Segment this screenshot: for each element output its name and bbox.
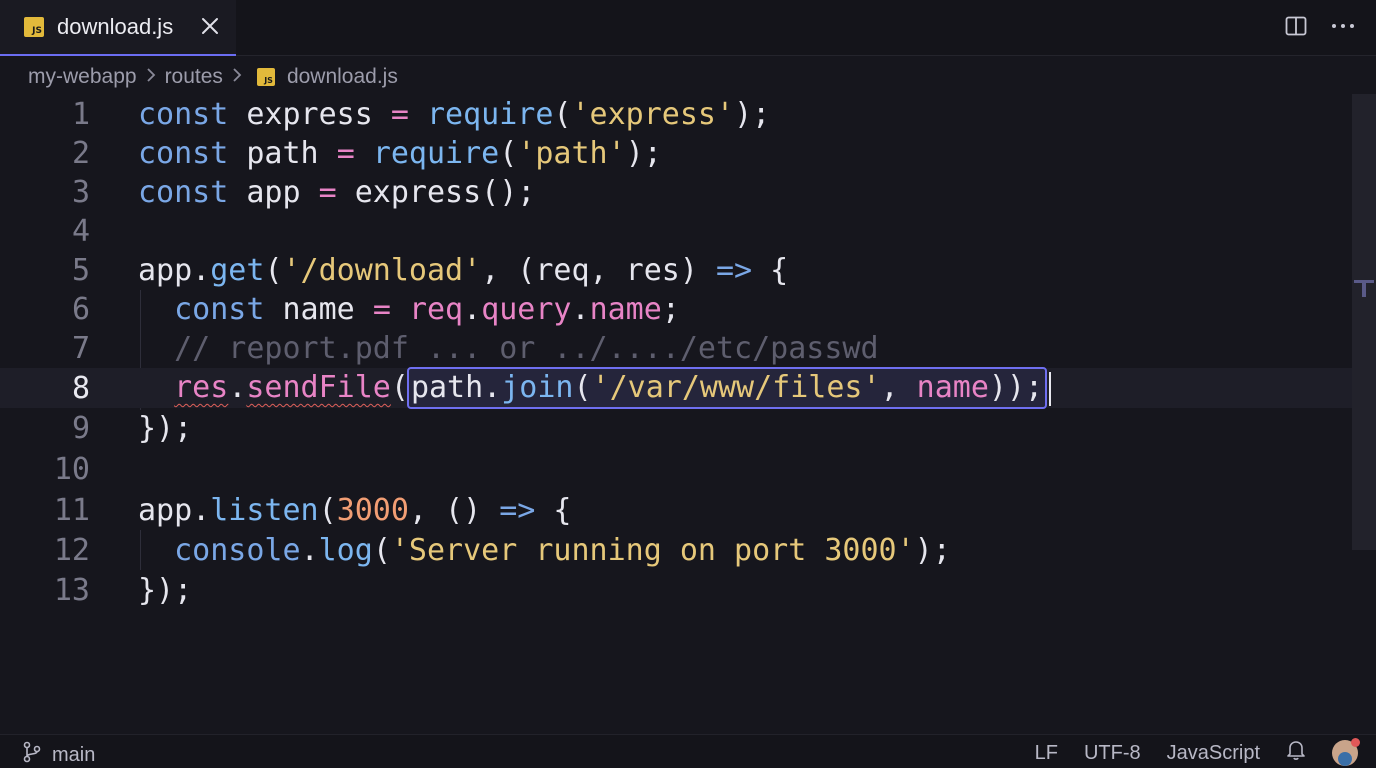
account-avatar[interactable] bbox=[1332, 738, 1360, 766]
selection-highlight: path.join('/var/www/files', name)); bbox=[406, 367, 1048, 409]
line-number: 3 bbox=[71, 174, 90, 210]
scrollbar-cursor-marker bbox=[1362, 283, 1366, 297]
line-number: 4 bbox=[71, 213, 90, 249]
line-number: 13 bbox=[53, 572, 90, 608]
code-line[interactable]: 4 bbox=[0, 211, 1352, 251]
tab-download-js[interactable]: JS download.js bbox=[0, 0, 236, 56]
code-line[interactable]: 1 const express = require('express'); bbox=[0, 94, 1352, 134]
line-content: const path = require('path'); bbox=[138, 135, 662, 171]
code-line[interactable]: 10 bbox=[0, 449, 1352, 489]
git-branch-status[interactable]: main bbox=[22, 741, 95, 768]
code-line-current[interactable]: 8 res.sendFile(path.join('/var/www/files… bbox=[0, 367, 1352, 409]
line-number: 8 bbox=[71, 370, 90, 406]
editor-actions bbox=[1284, 14, 1356, 43]
code-line[interactable]: 6 const name = req.query.name; bbox=[0, 289, 1352, 329]
text-cursor bbox=[1049, 371, 1052, 406]
breadcrumb: my-webapp routes JS download.js bbox=[28, 62, 398, 92]
close-icon[interactable] bbox=[198, 14, 222, 38]
line-number: 11 bbox=[53, 492, 90, 528]
line-number: 2 bbox=[71, 135, 90, 171]
line-content: app.listen(3000, () => { bbox=[138, 492, 572, 528]
line-number: 12 bbox=[53, 532, 90, 568]
bell-icon[interactable] bbox=[1286, 739, 1306, 767]
line-number: 7 bbox=[71, 330, 90, 366]
line-content: const app = express(); bbox=[138, 174, 536, 210]
code-line[interactable]: 5 app.get('/download', (req, res) => { bbox=[0, 250, 1352, 290]
line-content: const express = require('express'); bbox=[138, 96, 771, 132]
chevron-right-icon bbox=[145, 66, 157, 89]
split-editor-icon[interactable] bbox=[1284, 14, 1308, 43]
line-content: const name = req.query.name; bbox=[174, 291, 680, 327]
notification-dot bbox=[1351, 738, 1360, 747]
line-number: 10 bbox=[53, 451, 90, 487]
line-content: }); bbox=[138, 572, 193, 608]
status-right-items: LF UTF-8 JavaScript bbox=[1035, 738, 1360, 767]
encoding-indicator[interactable]: UTF-8 bbox=[1084, 742, 1141, 765]
line-content: res.sendFile(path.join('/var/www/files',… bbox=[138, 367, 1052, 409]
line-content: console.log('Server running on port 3000… bbox=[174, 532, 951, 568]
code-line[interactable]: 13 }); bbox=[0, 570, 1352, 610]
line-content: app.get('/download', (req, res) => { bbox=[138, 252, 789, 288]
status-bar: main LF UTF-8 JavaScript bbox=[0, 734, 1376, 768]
line-number: 5 bbox=[71, 252, 90, 288]
code-line[interactable]: 2 const path = require('path'); bbox=[0, 133, 1352, 173]
more-actions-icon[interactable] bbox=[1330, 14, 1356, 43]
line-number: 9 bbox=[71, 410, 90, 446]
tab-label: download.js bbox=[57, 14, 174, 39]
code-line[interactable]: 9 }); bbox=[0, 408, 1352, 448]
code-line[interactable]: 7 // report.pdf ... or ../..../etc/passw… bbox=[0, 328, 1352, 368]
js-file-icon: JS bbox=[24, 17, 44, 37]
chevron-right-icon bbox=[231, 66, 243, 89]
git-branch-icon bbox=[22, 741, 42, 768]
breadcrumb-item-routes[interactable]: routes bbox=[165, 65, 223, 89]
line-content: }); bbox=[138, 410, 193, 446]
code-line[interactable]: 12 console.log('Server running on port 3… bbox=[0, 530, 1352, 570]
eol-indicator[interactable]: LF bbox=[1035, 742, 1058, 765]
js-file-icon: JS bbox=[256, 68, 275, 86]
line-number: 1 bbox=[71, 96, 90, 132]
code-line[interactable]: 11 app.listen(3000, () => { bbox=[0, 490, 1352, 530]
breadcrumb-item-download-js[interactable]: download.js bbox=[287, 65, 398, 89]
code-line[interactable]: 3 const app = express(); bbox=[0, 172, 1352, 212]
vertical-scrollbar[interactable] bbox=[1352, 94, 1376, 550]
tab-bar: JS download.js bbox=[0, 0, 1376, 56]
line-number: 6 bbox=[71, 291, 90, 327]
language-mode[interactable]: JavaScript bbox=[1167, 742, 1260, 765]
breadcrumb-item-my-webapp[interactable]: my-webapp bbox=[28, 65, 137, 89]
line-content: // report.pdf ... or ../..../etc/passwd bbox=[174, 330, 879, 366]
code-editor[interactable]: 1 const express = require('express'); 2 … bbox=[0, 94, 1352, 734]
branch-name: main bbox=[52, 743, 96, 766]
